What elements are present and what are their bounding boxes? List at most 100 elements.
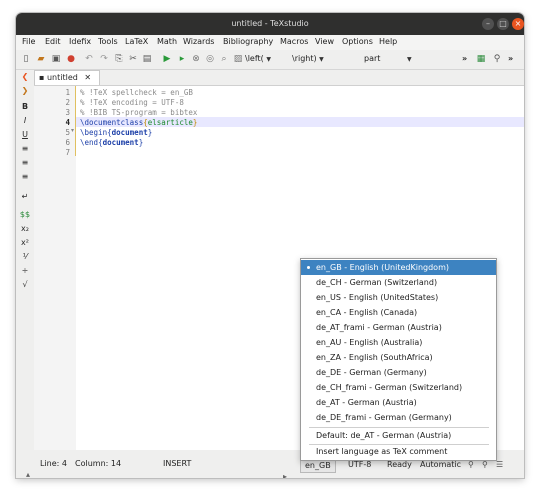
latex-argument: document xyxy=(102,138,139,147)
minimize-button[interactable]: – xyxy=(482,18,494,30)
language-item-label: en_GB - English (UnitedKingdom) xyxy=(316,263,449,272)
default-language-item[interactable]: Default: de_AT - German (Austria) xyxy=(301,428,496,443)
structure-label: part xyxy=(364,54,381,63)
language-item-label: en_AU - English (Australia) xyxy=(316,338,423,347)
menu-options[interactable]: Options xyxy=(342,37,373,46)
menu-math[interactable]: Math xyxy=(157,37,177,46)
menu-help[interactable]: Help xyxy=(379,37,397,46)
sqrt-icon[interactable]: √ xyxy=(19,279,31,291)
bookmark-icon[interactable]: ❯ xyxy=(19,85,31,97)
close-file-icon[interactable]: ● xyxy=(65,53,77,65)
wizard-icon[interactable]: ⚲ xyxy=(491,53,503,65)
menu-edit[interactable]: Edit xyxy=(45,37,61,46)
language-item-label: de_CH - German (Switzerland) xyxy=(316,278,438,287)
view-icon[interactable]: ◎ xyxy=(204,53,216,65)
menu-view[interactable]: View xyxy=(315,37,334,46)
tool-icon-2[interactable]: ⚲ xyxy=(482,460,488,469)
latex-command: \documentclass xyxy=(80,118,144,127)
undo-icon[interactable]: ↶ xyxy=(83,53,95,65)
language-item[interactable]: en_US - English (UnitedStates) xyxy=(301,290,496,305)
insert-language-comment-item[interactable]: Insert language as TeX comment xyxy=(301,444,496,459)
left-sidebar: ❯ B I U ≡ ≡ ≡ ↵ $$ x₂ x² ⅟ ÷ √ xyxy=(16,85,34,455)
bold-icon[interactable]: B xyxy=(19,101,31,113)
menu-idefix[interactable]: Idefix xyxy=(69,37,91,46)
menu-wizards[interactable]: Wizards xyxy=(183,37,214,46)
language-item[interactable]: en_CA - English (Canada) xyxy=(301,305,496,320)
structure-select[interactable]: part ▼ xyxy=(364,54,412,63)
brace: } xyxy=(138,138,144,147)
dfrac-icon[interactable]: ÷ xyxy=(19,265,31,277)
chevron-down-icon: ▼ xyxy=(406,56,412,63)
copy-icon[interactable]: ⎘ xyxy=(113,53,125,65)
language-item[interactable]: en_AU - English (Australia) xyxy=(301,335,496,350)
menu-macros[interactable]: Macros xyxy=(280,37,308,46)
fold-arrow-icon[interactable]: ▾ xyxy=(71,127,74,134)
left-delimiter-select[interactable]: \left( ▼ xyxy=(245,54,271,63)
language-item[interactable]: de_AT_frami - German (Austria) xyxy=(301,320,496,335)
underline-icon[interactable]: U xyxy=(19,129,31,141)
subscript-icon[interactable]: x₂ xyxy=(19,223,31,235)
line-number: 5 xyxy=(65,128,70,137)
right-delimiter-select[interactable]: \right) ▼ xyxy=(292,54,324,63)
menu-tools[interactable]: Tools xyxy=(98,37,118,46)
language-item-label: de_CH_frami - German (Switzerland) xyxy=(316,383,463,392)
table-icon[interactable]: ▦ xyxy=(475,53,487,65)
toolbar-overflow-button-2[interactable]: » xyxy=(508,54,513,63)
superscript-icon[interactable]: x² xyxy=(19,237,31,249)
menu-bibliography[interactable]: Bibliography xyxy=(223,37,273,46)
maximize-button[interactable]: □ xyxy=(497,18,509,30)
language-item-label: de_AT_frami - German (Austria) xyxy=(316,323,442,332)
line-number: 7 xyxy=(65,148,70,157)
align-left-icon[interactable]: ≡ xyxy=(19,143,31,155)
close-tab-icon[interactable]: ✕ xyxy=(84,73,91,82)
language-item[interactable]: de_CH_frami - German (Switzerland) xyxy=(301,380,496,395)
tab-untitled[interactable]: ▪ untitled ✕ xyxy=(34,70,100,86)
close-button[interactable]: × xyxy=(512,18,524,30)
align-center-icon[interactable]: ≡ xyxy=(19,157,31,169)
tab-label: untitled xyxy=(46,73,78,82)
language-item[interactable]: de_DE - German (Germany) xyxy=(301,365,496,380)
right-delimiter-label: \right) xyxy=(292,54,317,63)
language-item[interactable]: de_CH - German (Switzerland) xyxy=(301,275,496,290)
chevron-down-icon: ▼ xyxy=(266,56,271,63)
save-icon[interactable]: ▣ xyxy=(50,53,62,65)
language-item[interactable]: en_GB - English (UnitedKingdom) xyxy=(301,260,496,275)
latex-argument: elsarticle xyxy=(147,118,193,127)
fraction-icon[interactable]: ⅟ xyxy=(19,251,31,263)
main-toolbar: ▯ ▰ ▣ ● ↶ ↷ ⎘ ✂ ▤ ▶ ▸ ⊗ ◎ ⌕ ▨ \left( ▼ \… xyxy=(16,50,524,70)
cut-icon[interactable]: ✂ xyxy=(127,53,139,65)
tool-icon-1[interactable]: ⚲ xyxy=(468,460,474,469)
search-icon[interactable]: ⌕ xyxy=(218,53,230,65)
align-right-icon[interactable]: ≡ xyxy=(19,171,31,183)
structure-toggle-icon[interactable]: ❮ xyxy=(19,71,31,83)
line-number: 1 xyxy=(65,88,70,97)
code-line-6: \end{document} xyxy=(80,138,143,147)
selected-dot-icon xyxy=(307,266,310,269)
compile-icon[interactable]: ▸ xyxy=(176,53,188,65)
newline-icon[interactable]: ↵ xyxy=(19,191,31,203)
code-line-5: \begin{document} xyxy=(80,128,152,137)
settings-icon[interactable]: ▨ xyxy=(232,53,244,65)
menu-latex[interactable]: LaTeX xyxy=(125,37,148,46)
build-view-icon[interactable]: ▶ xyxy=(161,53,173,65)
chevron-down-icon: ▼ xyxy=(319,56,324,63)
open-file-icon[interactable]: ▰ xyxy=(35,53,47,65)
stop-icon[interactable]: ⊗ xyxy=(190,53,202,65)
window-title: untitled - TeXstudio xyxy=(231,19,309,28)
code-line-1: % !TeX spellcheck = en_GB xyxy=(80,88,193,97)
new-file-icon[interactable]: ▯ xyxy=(20,53,32,65)
menu-bar: File Edit Idefix Tools LaTeX Math Wizard… xyxy=(16,35,524,50)
language-item[interactable]: en_ZA - English (SouthAfrica) xyxy=(301,350,496,365)
language-item[interactable]: de_AT - German (Austria) xyxy=(301,395,496,410)
paste-icon[interactable]: ▤ xyxy=(141,53,153,65)
math-mode-icon[interactable]: $$ xyxy=(19,209,31,221)
menu-file[interactable]: File xyxy=(22,37,35,46)
toolbar-overflow-button[interactable]: » xyxy=(462,54,467,63)
italic-icon[interactable]: I xyxy=(19,115,31,127)
language-item[interactable]: de_DE_frami - German (Germany) xyxy=(301,410,496,425)
tool-icon-3[interactable]: ☰ xyxy=(496,460,503,469)
redo-icon[interactable]: ↷ xyxy=(98,53,110,65)
bookmark-status-icon[interactable]: ▸ xyxy=(283,472,287,478)
language-item-label: en_US - English (UnitedStates) xyxy=(316,293,439,302)
code-line-3: % !BIB TS-program = bibtex xyxy=(80,108,198,117)
